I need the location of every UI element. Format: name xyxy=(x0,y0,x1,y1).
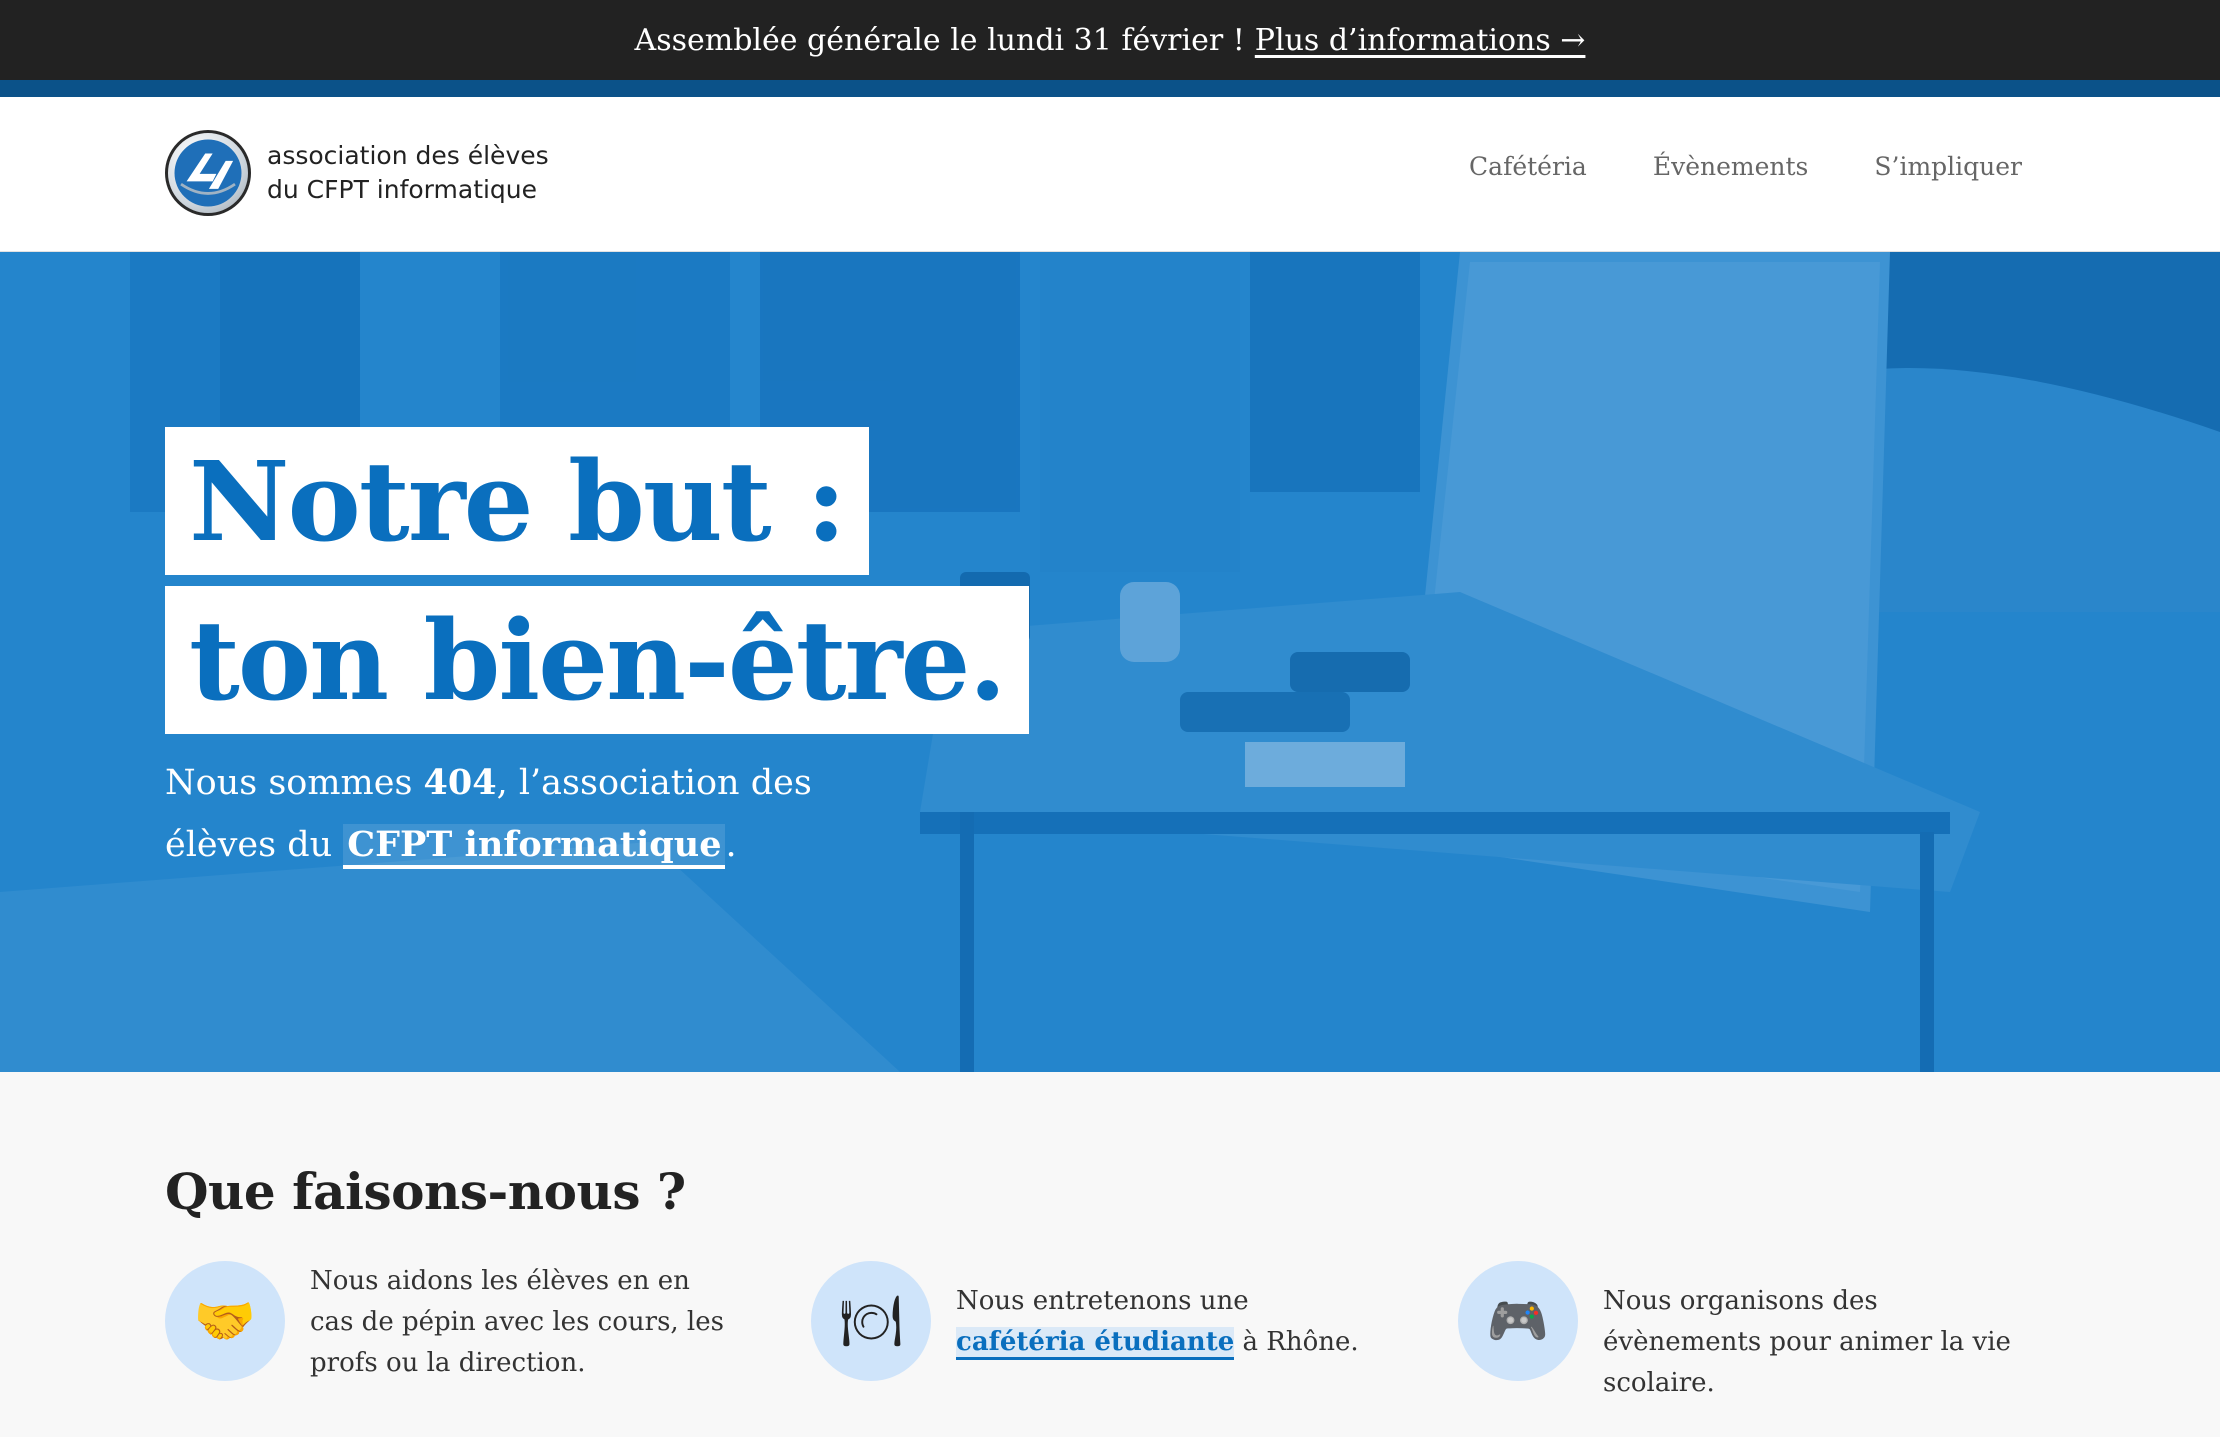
feature-events: 🎮 Nous organisons des évènements pour an… xyxy=(1458,1261,2023,1404)
cafeteria-link[interactable]: cafétéria étudiante xyxy=(956,1327,1235,1360)
main-nav: Cafétéria Évènements S’impliquer xyxy=(1469,152,2022,181)
feature-cafeteria-suffix: à Rhône. xyxy=(1234,1327,1359,1357)
nav-item-cafeteria[interactable]: Cafétéria xyxy=(1469,152,1587,181)
feature-cafeteria-prefix: Nous entretenons une xyxy=(956,1286,1249,1316)
brand-line-2: du CFPT informatique xyxy=(267,175,538,204)
announcement-stripe xyxy=(0,80,2220,97)
section-title: Que faisons-nous ? xyxy=(165,1162,686,1221)
announcement-bar: Assemblée générale le lundi 31 février !… xyxy=(0,0,2220,80)
hero-sub-404: 404 xyxy=(423,762,497,803)
hero-sub-suffix: . xyxy=(725,825,737,865)
site-header: association des élèves du CFPT informati… xyxy=(0,97,2220,252)
feature-events-text: Nous organisons des évènements pour anim… xyxy=(1603,1286,2011,1398)
nav-item-simpliquer[interactable]: S’impliquer xyxy=(1874,152,2022,181)
plate-cutlery-icon: 🍽 xyxy=(811,1261,931,1381)
announcement-link[interactable]: Plus d’informations → xyxy=(1255,23,1586,58)
hero-section: Notre but : ton bien-être. Nous sommes 4… xyxy=(0,252,2220,1072)
hero-headline-line-1: Notre but : xyxy=(165,427,869,575)
nav-item-evenements[interactable]: Évènements xyxy=(1653,152,1809,181)
what-we-do-section: Que faisons-nous ? 🤝 Nous aidons les élè… xyxy=(0,1072,2220,1437)
hero-sub-prefix: Nous sommes xyxy=(165,763,424,803)
feature-help-text: Nous aidons les élèves en en cas de pépi… xyxy=(310,1266,724,1378)
gamepad-icon: 🎮 xyxy=(1458,1261,1578,1381)
hero-subtitle: Nous sommes 404, l’association des élève… xyxy=(165,752,825,876)
feature-help: 🤝 Nous aidons les élèves en en cas de pé… xyxy=(165,1261,730,1384)
feature-cafeteria: 🍽 Nous entretenons une cafétéria étudian… xyxy=(811,1261,1376,1381)
hero-cfpt-link[interactable]: CFPT informatique xyxy=(343,824,726,869)
announcement-text: Assemblée générale le lundi 31 février ! xyxy=(634,22,1245,58)
handshake-icon: 🤝 xyxy=(165,1261,285,1381)
feature-cafeteria-text: Nous entretenons une cafétéria étudiante… xyxy=(956,1281,1376,1363)
brand-line-1: association des élèves xyxy=(267,141,549,170)
hero-headline-line-2: ton bien-être. xyxy=(165,586,1029,734)
association-logo[interactable] xyxy=(165,130,251,216)
brand-name[interactable]: association des élèves du CFPT informati… xyxy=(267,139,549,207)
